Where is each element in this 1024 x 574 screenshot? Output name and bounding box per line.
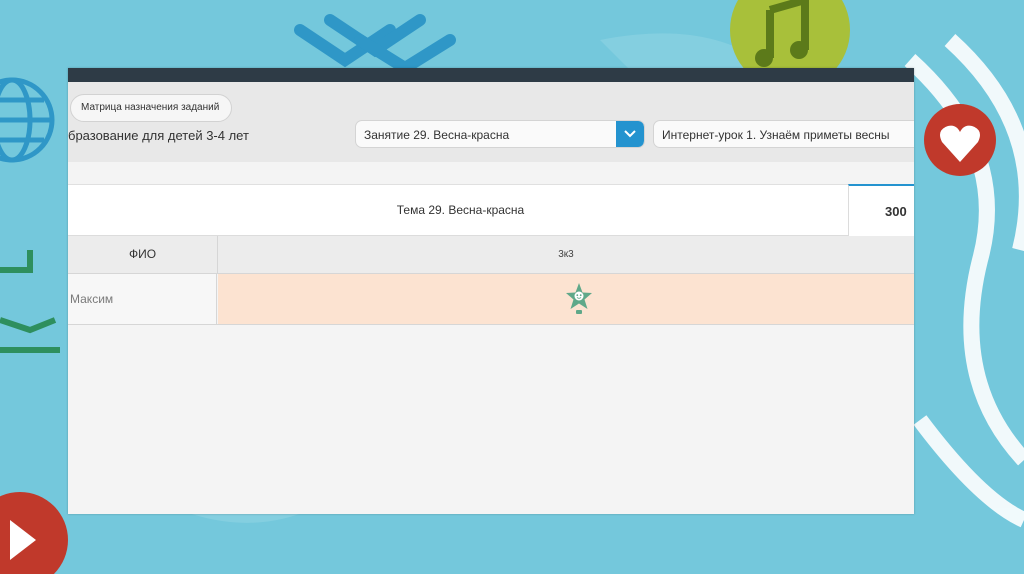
matrix-button[interactable]: Матрица назначения заданий xyxy=(70,94,233,122)
column-header-name: ФИО xyxy=(68,236,218,273)
table-row: Максим xyxy=(68,274,914,325)
course-title: бразование для детей 3-4 лет xyxy=(68,128,249,143)
task-cell[interactable] xyxy=(218,274,914,324)
topic-row: Тема 29. Весна-красна 300 xyxy=(68,184,914,236)
web-lesson-select-value: Интернет-урок 1. Узнаём приметы весны xyxy=(662,128,890,142)
heart-icon xyxy=(924,104,996,176)
app-screenshot: Матрица назначения заданий бразование дл… xyxy=(68,68,914,514)
chevron-down-icon xyxy=(624,130,636,138)
topic-title: Тема 29. Весна-красна xyxy=(396,203,525,217)
column-header-task[interactable]: 3к3 xyxy=(218,236,914,273)
student-name[interactable]: Максим xyxy=(68,274,217,324)
star-icon[interactable] xyxy=(565,281,593,315)
lesson-select-value: Занятие 29. Весна-красна xyxy=(364,128,510,142)
web-lesson-select[interactable]: Интернет-урок 1. Узнаём приметы весны xyxy=(653,120,914,148)
top-bar xyxy=(68,68,914,82)
table-header: ФИО 3к3 xyxy=(68,236,914,274)
lesson-select[interactable]: Занятие 29. Весна-красна xyxy=(355,120,645,148)
score-box: 300 xyxy=(848,184,914,236)
header: Матрица назначения заданий бразование дл… xyxy=(68,82,914,162)
lesson-select-toggle[interactable] xyxy=(616,121,644,147)
